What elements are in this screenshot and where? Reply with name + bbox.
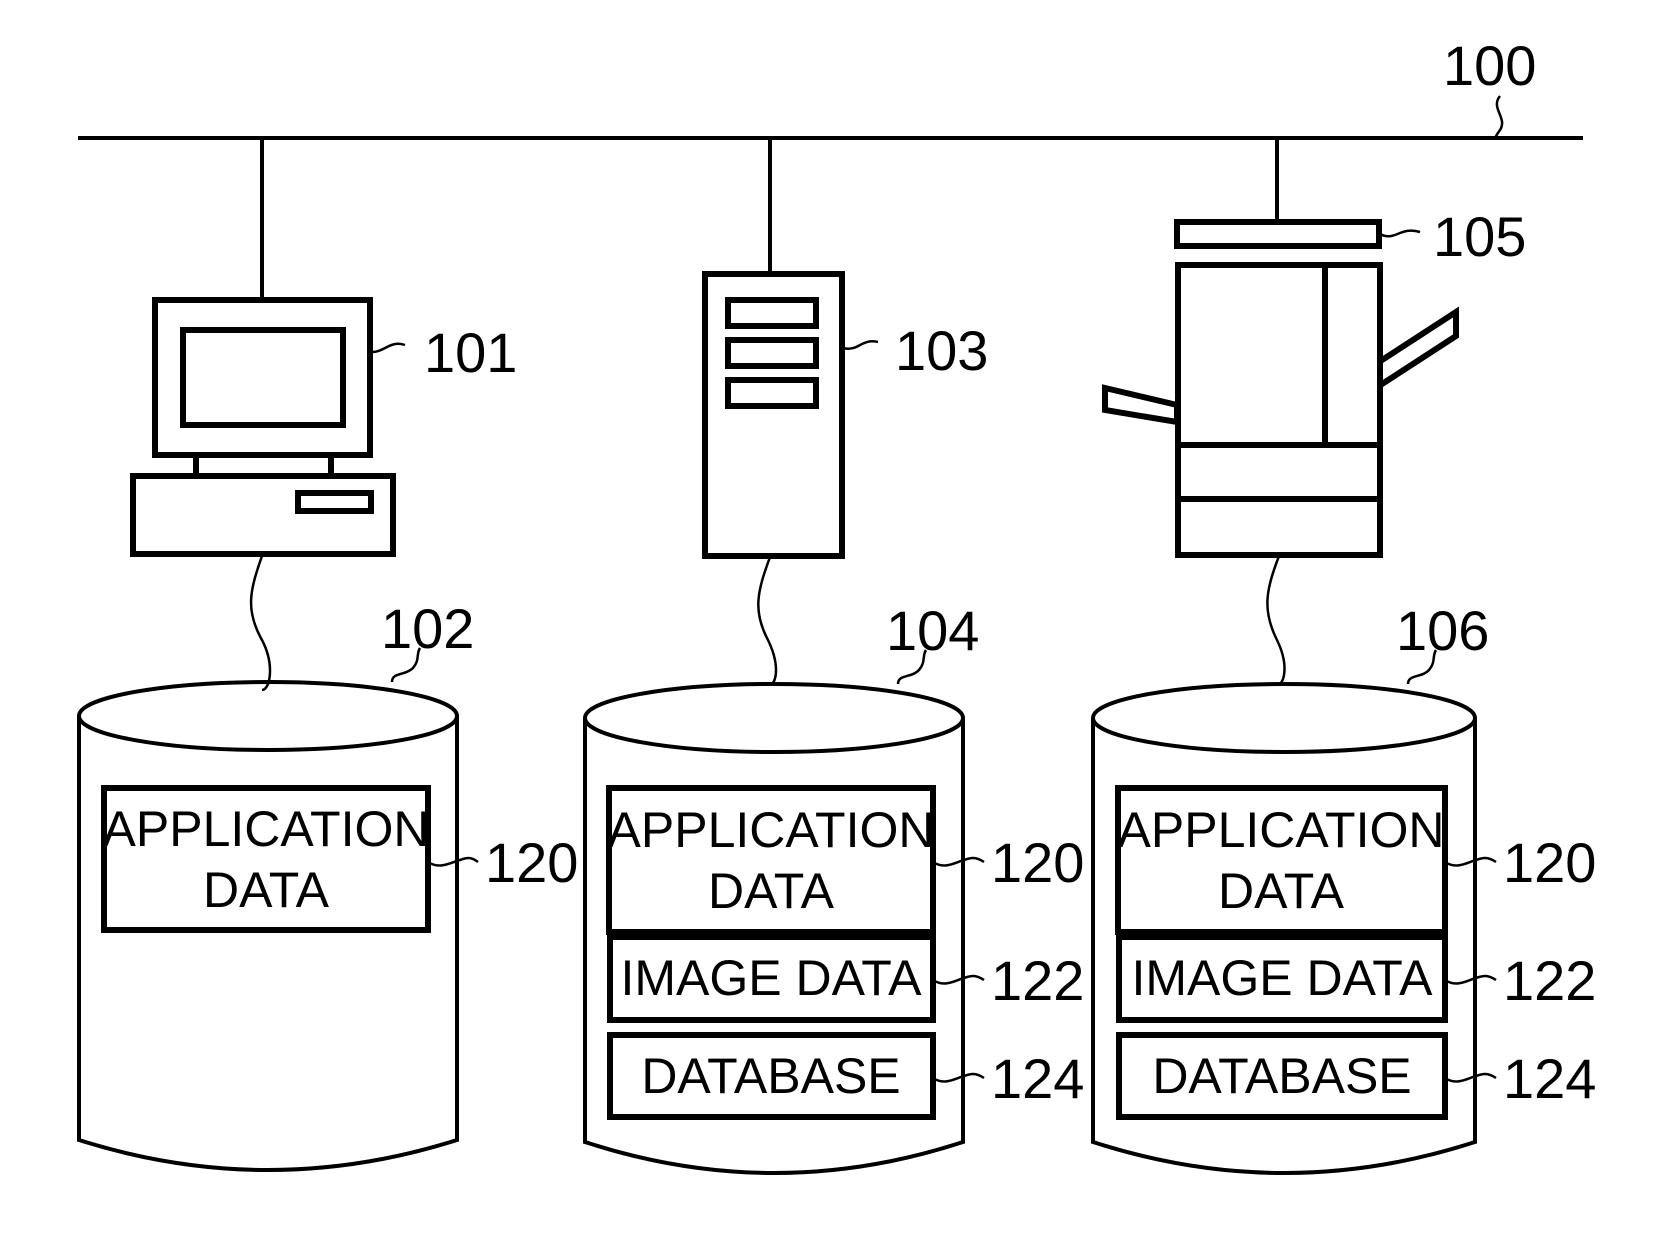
leader-line-124 (932, 1072, 985, 1083)
ref-label-122: 122 (991, 949, 1084, 1012)
cylinder-body (77, 716, 459, 1172)
leader-line-105 (1379, 229, 1421, 238)
server-icon: 103 (702, 138, 988, 559)
cylinder-top (77, 680, 459, 752)
leader-line-120 (932, 856, 985, 867)
leader-line-120 (427, 856, 479, 867)
storage-cylinder-102: 102 APPLICATION DATA 120 (77, 597, 578, 1172)
ref-label-106: 106 (1396, 599, 1489, 662)
ref-label-124: 124 (1503, 1047, 1596, 1110)
ref-label-104: 104 (886, 599, 979, 662)
block-text-line-2: DATA (1218, 863, 1345, 919)
cable-pc-to-storage (249, 555, 272, 692)
cylinder-top (583, 682, 965, 754)
ref-label-120: 120 (485, 831, 578, 894)
block-text: DATABASE (641, 1048, 900, 1104)
block-text: IMAGE DATA (621, 950, 923, 1006)
server-bay-1 (725, 297, 819, 329)
block-text-line-1: APPLICATION (1118, 802, 1445, 858)
ref-label-102: 102 (381, 597, 474, 660)
ref-label-105: 105 (1433, 205, 1526, 268)
printer-icon: 105 (1102, 138, 1526, 558)
network-bus: 100 (78, 34, 1583, 140)
pc-screen (180, 327, 346, 428)
leader-line-101 (371, 342, 406, 354)
leader-line-103 (842, 340, 879, 350)
leader-line-120 (1444, 856, 1497, 867)
cable-server-to-storage (757, 556, 778, 685)
pc-base (130, 473, 396, 557)
storage-cylinder-106: 106 APPLICATION DATA 120 IMAGE DATA 122 … (1091, 599, 1596, 1175)
block-text: IMAGE DATA (1132, 950, 1434, 1006)
ref-label-122: 122 (1503, 949, 1596, 1012)
ref-label-100: 100 (1443, 34, 1536, 97)
cable-printer-to-storage (1266, 555, 1286, 685)
ref-label-101: 101 (424, 321, 517, 384)
cylinder-top (1091, 682, 1477, 754)
leader-line-124 (1444, 1072, 1497, 1083)
block-text-line-2: DATA (203, 862, 330, 918)
printer-scanner-lid (1174, 219, 1382, 249)
block-text-line-1: APPLICATION (103, 801, 430, 857)
ref-label-124: 124 (991, 1047, 1084, 1110)
leader-line-100 (1493, 95, 1504, 139)
leader-line-122 (1444, 974, 1497, 985)
server-bay-3 (725, 377, 819, 409)
ref-label-120: 120 (991, 831, 1084, 894)
ref-label-120: 120 (1503, 831, 1596, 894)
block-text: DATABASE (1152, 1048, 1411, 1104)
computer-icon: 101 (130, 138, 517, 557)
leader-line-122 (932, 974, 985, 985)
network-system-diagram: 100 101 103 105 102 APPLICATION DATA 120… (77, 34, 1596, 1175)
pc-drive-slot (295, 490, 374, 514)
printer-input-tray (1102, 384, 1180, 426)
block-text-line-1: APPLICATION (608, 802, 935, 858)
storage-cylinder-104: 104 APPLICATION DATA 120 IMAGE DATA 122 … (583, 599, 1084, 1175)
printer-output-tray (1376, 306, 1459, 392)
server-bay-2 (725, 337, 819, 369)
block-text-line-2: DATA (708, 863, 835, 919)
printer-body (1175, 262, 1383, 558)
ref-label-103: 103 (895, 319, 988, 382)
